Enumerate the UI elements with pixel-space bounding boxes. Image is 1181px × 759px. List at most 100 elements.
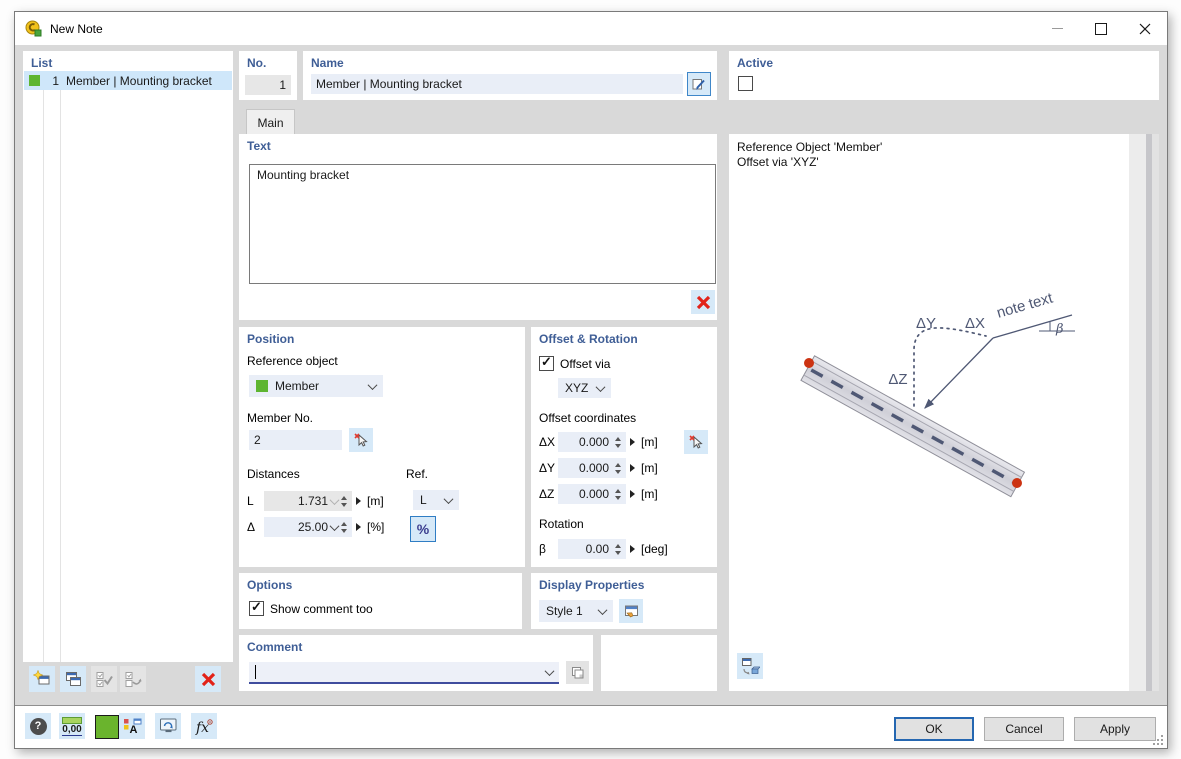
distances-label: Distances xyxy=(247,467,300,481)
relative-distance-toggle[interactable]: % xyxy=(410,516,436,542)
dialog-footer: ? 0,00 A xyxy=(15,705,1167,748)
distance-l-field[interactable]: 1.731 xyxy=(264,491,352,511)
maximize-button[interactable] xyxy=(1079,12,1123,45)
spinner-control[interactable] xyxy=(615,463,621,474)
display-settings-button[interactable] xyxy=(155,713,181,739)
detail-arrow-icon[interactable] xyxy=(356,523,361,531)
display-properties-icon xyxy=(623,603,640,620)
fonts-colors-button[interactable]: A xyxy=(119,713,145,739)
spinner-control[interactable] xyxy=(615,544,621,555)
edit-pencil-icon xyxy=(691,76,707,92)
distance-delta-field[interactable]: 25.00 xyxy=(264,517,352,537)
units-settings-button[interactable]: 0,00 xyxy=(59,713,85,739)
spinner-control[interactable] xyxy=(341,496,347,507)
offset-y-unit: [m] xyxy=(641,461,658,475)
style-dropdown[interactable]: Style 1 xyxy=(539,600,613,622)
member-end-node xyxy=(1012,478,1022,488)
offset-y-label: ΔY xyxy=(539,461,555,475)
pick-member-button[interactable] xyxy=(349,428,373,452)
style-value: Style 1 xyxy=(546,604,583,618)
delete-x-icon xyxy=(201,672,216,687)
offset-x-field[interactable]: 0.000 xyxy=(558,432,626,452)
detail-arrow-icon[interactable] xyxy=(630,438,635,446)
apply-button[interactable]: Apply xyxy=(1074,717,1156,741)
ref-dropdown[interactable]: L xyxy=(413,490,459,510)
monitor-icon xyxy=(159,717,178,735)
detail-arrow-icon[interactable] xyxy=(356,497,361,505)
new-note-dialog: New Note List 1 Member | Mounting bracke… xyxy=(14,11,1168,749)
show-comment-label: Show comment too xyxy=(270,602,373,616)
offset-via-checkbox[interactable] xyxy=(539,356,554,371)
copy-note-button[interactable] xyxy=(60,666,86,692)
detail-arrow-icon[interactable] xyxy=(630,545,635,553)
comment-section: Comment xyxy=(239,635,593,691)
toggle-preview-mode-button[interactable] xyxy=(737,653,763,679)
note-list-panel: List 1 Member | Mounting bracket xyxy=(23,51,233,662)
active-checkbox[interactable] xyxy=(738,76,753,91)
no-header: No. xyxy=(247,56,266,70)
minimize-button[interactable] xyxy=(1035,12,1079,45)
detail-arrow-icon[interactable] xyxy=(630,464,635,472)
list-item-note-1[interactable]: 1 Member | Mounting bracket xyxy=(24,71,232,90)
name-field[interactable]: Member | Mounting bracket xyxy=(311,74,683,94)
show-comment-checkbox[interactable] xyxy=(249,601,264,616)
copy-comment-button[interactable] xyxy=(566,661,589,684)
offset-y-field[interactable]: 0.000 xyxy=(558,458,626,478)
new-note-button[interactable] xyxy=(29,666,55,692)
tab-main[interactable]: Main xyxy=(246,109,295,135)
note-text-area[interactable]: Mounting bracket xyxy=(249,164,716,284)
note-number-field: 1 xyxy=(245,75,291,95)
beta-label: β xyxy=(539,542,546,556)
offset-z-label: ΔZ xyxy=(539,487,554,501)
units-icon: 0,00 xyxy=(62,717,82,736)
color-swatch-button[interactable] xyxy=(95,715,119,739)
detail-arrow-icon[interactable] xyxy=(630,490,635,498)
offset-x-label: ΔX xyxy=(539,435,555,449)
rotation-beta-field[interactable]: 0.00 xyxy=(558,539,626,559)
active-group: Active xyxy=(729,51,1159,100)
note-type-icon xyxy=(29,75,40,86)
edit-name-button[interactable] xyxy=(687,72,711,96)
delete-x-icon xyxy=(696,295,711,310)
spinner-control[interactable] xyxy=(341,522,347,533)
text-section: Text Mounting bracket xyxy=(239,134,717,320)
help-button[interactable]: ? xyxy=(25,713,51,739)
chevron-down-icon xyxy=(368,380,378,390)
chevron-down-icon xyxy=(330,521,340,531)
member-type-icon xyxy=(256,380,268,392)
formula-button[interactable]: fx xyxy=(191,713,217,739)
list-column-divider xyxy=(43,71,44,662)
spinner-control[interactable] xyxy=(615,437,621,448)
ok-button[interactable]: OK xyxy=(894,717,974,741)
panel-splitter xyxy=(1129,134,1159,691)
help-icon: ? xyxy=(30,718,47,735)
name-header: Name xyxy=(311,56,344,70)
clear-text-button[interactable] xyxy=(691,290,715,314)
reference-object-dropdown[interactable]: Member xyxy=(249,375,383,397)
name-group: Name Member | Mounting bracket xyxy=(303,51,717,100)
display-properties-section: Display Properties Style 1 xyxy=(531,573,717,629)
delete-note-button[interactable] xyxy=(195,666,221,692)
ref-label: Ref. xyxy=(406,467,428,481)
comment-combobox[interactable] xyxy=(249,662,559,684)
offset-z-field[interactable]: 0.000 xyxy=(558,484,626,504)
edit-display-properties-button[interactable] xyxy=(619,599,643,623)
spinner-control[interactable] xyxy=(615,489,621,500)
offset-via-value: XYZ xyxy=(565,381,588,395)
select-all-button xyxy=(91,666,117,692)
rotation-beta-unit: [deg] xyxy=(641,542,668,556)
offset-via-dropdown[interactable]: XYZ xyxy=(558,378,611,398)
cancel-button[interactable]: Cancel xyxy=(984,717,1064,741)
svg-text:fx: fx xyxy=(195,720,209,736)
member-no-field[interactable]: 2 xyxy=(249,430,342,450)
svg-text:A: A xyxy=(129,724,137,735)
list-item-label: Member | Mounting bracket xyxy=(66,74,212,88)
delta-y-diagram-label: ΔY xyxy=(916,315,936,332)
invert-selection-icon xyxy=(124,670,142,688)
resize-grip[interactable] xyxy=(1153,735,1163,745)
ref-value: L xyxy=(420,493,427,507)
window-title: New Note xyxy=(50,22,103,36)
close-button[interactable] xyxy=(1123,12,1167,45)
invert-selection-button xyxy=(120,666,146,692)
pick-offset-button[interactable] xyxy=(684,430,708,454)
